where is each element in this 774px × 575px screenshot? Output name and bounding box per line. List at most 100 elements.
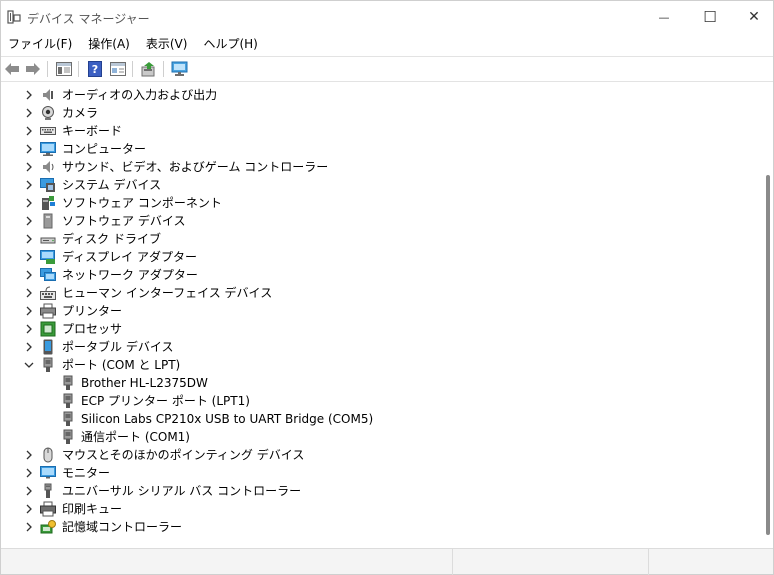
- hid-icon: [40, 285, 56, 301]
- resources-view-icon: [110, 62, 126, 76]
- menu-action[interactable]: 操作(A): [83, 33, 135, 55]
- tree-item-software-devices[interactable]: ソフトウェア デバイス: [1, 212, 741, 230]
- software-device-icon: [40, 213, 56, 229]
- tree-item-port-child[interactable]: ECP プリンター ポート (LPT1): [1, 392, 741, 410]
- tree-item-computer[interactable]: コンピューター: [1, 140, 741, 158]
- device-tree[interactable]: オーディオの入力および出力 カメラ キーボード コンピューター サウンド、ビデオ…: [1, 83, 763, 547]
- maximize-button[interactable]: ☐: [687, 1, 733, 33]
- chevron-right-icon[interactable]: [24, 216, 34, 226]
- back-button[interactable]: [2, 60, 22, 78]
- chevron-right-icon[interactable]: [24, 144, 34, 154]
- chevron-right-icon[interactable]: [24, 90, 34, 100]
- minimize-button[interactable]: —: [641, 1, 687, 33]
- tree-item-label: ディスプレイ アダプター: [62, 250, 197, 264]
- menu-help[interactable]: ヘルプ(H): [198, 33, 262, 55]
- tree-item-label: マウスとそのほかのポインティング デバイス: [62, 448, 305, 462]
- tree-item-print-queues[interactable]: 印刷キュー: [1, 500, 741, 518]
- disk-drive-icon: [40, 231, 56, 247]
- menu-view[interactable]: 表示(V): [141, 33, 193, 55]
- tree-item-label: カメラ: [62, 106, 99, 120]
- chevron-right-icon[interactable]: [24, 270, 34, 280]
- tree-item-network-adapters[interactable]: ネットワーク アダプター: [1, 266, 741, 284]
- tree-item-keyboard[interactable]: キーボード: [1, 122, 741, 140]
- scan-hardware-button[interactable]: [170, 60, 190, 78]
- chevron-right-icon[interactable]: [24, 234, 34, 244]
- chevron-right-icon[interactable]: [24, 288, 34, 298]
- tree-item-processors[interactable]: プロセッサ: [1, 320, 741, 338]
- tree-item-camera[interactable]: カメラ: [1, 104, 741, 122]
- tree-item-label: ソフトウェア コンポーネント: [62, 196, 222, 210]
- show-hide-console-tree-button[interactable]: [54, 60, 74, 78]
- usb-icon: [40, 483, 56, 499]
- network-adapter-icon: [40, 267, 56, 283]
- device-manager-icon: [7, 10, 21, 24]
- status-segment: [1, 549, 453, 575]
- tree-item-audio[interactable]: オーディオの入力および出力: [1, 86, 741, 104]
- chevron-right-icon[interactable]: [24, 468, 34, 478]
- chevron-right-icon[interactable]: [24, 180, 34, 190]
- chevron-down-icon[interactable]: [24, 360, 34, 370]
- port-icon: [60, 393, 76, 409]
- chevron-right-icon[interactable]: [24, 162, 34, 172]
- status-bar: [1, 548, 773, 575]
- software-component-icon: [40, 195, 56, 211]
- tree-item-ports[interactable]: ポート (COM と LPT): [1, 356, 741, 374]
- tree-item-label: システム デバイス: [62, 178, 162, 192]
- chevron-right-icon[interactable]: [24, 198, 34, 208]
- port-icon: [60, 411, 76, 427]
- processor-icon: [40, 321, 56, 337]
- svg-text:?: ?: [92, 63, 98, 76]
- menu-file[interactable]: ファイル(F): [3, 33, 77, 55]
- tree-item-mice[interactable]: マウスとそのほかのポインティング デバイス: [1, 446, 741, 464]
- tree-item-display-adapters[interactable]: ディスプレイ アダプター: [1, 248, 741, 266]
- tree-item-label: コンピューター: [62, 142, 147, 156]
- display-adapter-icon: [40, 249, 56, 265]
- tree-item-monitors[interactable]: モニター: [1, 464, 741, 482]
- chevron-right-icon[interactable]: [24, 252, 34, 262]
- system-devices-icon: [40, 177, 56, 193]
- tree-item-printers[interactable]: プリンター: [1, 302, 741, 320]
- tree-item-storage-controllers[interactable]: 記憶域コントローラー: [1, 518, 741, 536]
- scrollbar-thumb[interactable]: [766, 175, 770, 535]
- port-icon: [40, 357, 56, 373]
- help-button[interactable]: ?: [85, 60, 105, 78]
- tree-item-label: ディスク ドライブ: [62, 232, 161, 246]
- tree-item-label: Silicon Labs CP210x USB to UART Bridge (…: [81, 412, 374, 426]
- tree-item-port-child[interactable]: Silicon Labs CP210x USB to UART Bridge (…: [1, 410, 741, 428]
- tree-item-label: ユニバーサル シリアル バス コントローラー: [62, 484, 302, 498]
- tree-item-port-child[interactable]: 通信ポート (COM1): [1, 428, 741, 446]
- toolbar-separator: [132, 61, 133, 77]
- tree-item-label: ソフトウェア デバイス: [62, 214, 186, 228]
- close-button[interactable]: ✕: [731, 1, 774, 33]
- chevron-right-icon[interactable]: [24, 342, 34, 352]
- tree-item-disk-drives[interactable]: ディスク ドライブ: [1, 230, 741, 248]
- vertical-scrollbar[interactable]: [763, 83, 773, 547]
- chevron-right-icon[interactable]: [24, 450, 34, 460]
- chevron-right-icon[interactable]: [24, 108, 34, 118]
- tree-item-label: モニター: [62, 466, 111, 480]
- chevron-right-icon[interactable]: [24, 324, 34, 334]
- tree-item-label: ネットワーク アダプター: [62, 268, 198, 282]
- forward-button[interactable]: [23, 60, 43, 78]
- update-driver-button[interactable]: [139, 60, 159, 78]
- tree-item-software-components[interactable]: ソフトウェア コンポーネント: [1, 194, 741, 212]
- tree-item-portable-devices[interactable]: ポータブル デバイス: [1, 338, 741, 356]
- chevron-right-icon[interactable]: [24, 486, 34, 496]
- tree-item-system-devices[interactable]: システム デバイス: [1, 176, 741, 194]
- speaker-icon: [40, 159, 56, 175]
- chevron-right-icon[interactable]: [24, 126, 34, 136]
- keyboard-icon: [40, 123, 56, 139]
- tree-item-hid[interactable]: ヒューマン インターフェイス デバイス: [1, 284, 741, 302]
- title-bar[interactable]: デバイス マネージャー — ☐ ✕: [1, 1, 773, 33]
- tree-item-sound-video-game[interactable]: サウンド、ビデオ、およびゲーム コントローラー: [1, 158, 741, 176]
- status-segment: [649, 549, 773, 575]
- tree-item-port-child[interactable]: Brother HL-L2375DW: [1, 374, 741, 392]
- chevron-right-icon[interactable]: [24, 306, 34, 316]
- chevron-right-icon[interactable]: [24, 522, 34, 532]
- tree-item-label: 印刷キュー: [62, 502, 123, 516]
- tree-item-usb-controllers[interactable]: ユニバーサル シリアル バス コントローラー: [1, 482, 741, 500]
- chevron-right-icon[interactable]: [24, 504, 34, 514]
- properties-view-icon: [56, 62, 72, 76]
- properties-button[interactable]: [108, 60, 128, 78]
- maximize-icon: ☐: [703, 8, 717, 26]
